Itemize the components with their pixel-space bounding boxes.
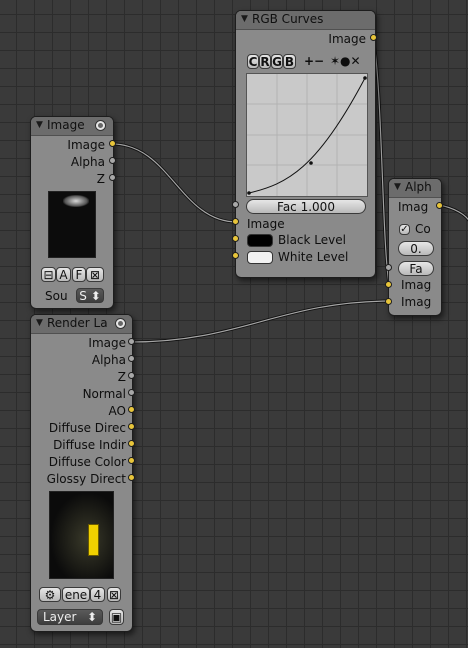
image-output-label: Image bbox=[67, 138, 105, 152]
collapse-triangle-icon[interactable]: ▼ bbox=[36, 120, 43, 130]
collapse-triangle-icon[interactable]: ▼ bbox=[241, 14, 248, 24]
source-dropdown[interactable]: S ⬍ bbox=[76, 288, 104, 303]
image-alpha-button[interactable]: A bbox=[56, 267, 71, 282]
image-f-button[interactable]: F bbox=[72, 267, 86, 282]
render-layers-header[interactable]: ▼ Render La bbox=[31, 315, 132, 334]
alpha-over-title: Alph bbox=[405, 180, 432, 194]
curve-graph[interactable] bbox=[246, 73, 368, 197]
rl-diffuse-direct-socket[interactable] bbox=[128, 423, 135, 430]
preview-toggle-icon[interactable] bbox=[95, 120, 106, 131]
rl-normal-socket[interactable] bbox=[128, 389, 135, 396]
rl-alpha-socket[interactable] bbox=[128, 355, 135, 362]
collapse-triangle-icon[interactable]: ▼ bbox=[36, 318, 43, 328]
curves-output-label: Image bbox=[328, 32, 366, 46]
white-level-socket[interactable] bbox=[232, 252, 239, 259]
rgb-curves-node[interactable]: ▼ RGB Curves Image C R G B +− ✶●✕ Fac 1.… bbox=[235, 10, 376, 278]
render-preview-highlight bbox=[88, 524, 99, 556]
scene-field[interactable]: ene bbox=[62, 587, 90, 602]
convert-premul-label: Co bbox=[415, 222, 431, 236]
curves-fac-socket[interactable] bbox=[232, 201, 239, 208]
rgb-curves-header[interactable]: ▼ RGB Curves bbox=[236, 11, 375, 30]
black-level-swatch[interactable] bbox=[247, 234, 273, 247]
z-output-socket[interactable] bbox=[109, 174, 116, 181]
rl-diffuse-color-socket[interactable] bbox=[128, 457, 135, 464]
alpha-over-input-b-label: Imag bbox=[401, 295, 432, 309]
alpha-over-input-a-socket[interactable] bbox=[385, 281, 392, 288]
fac-slider[interactable]: Fac 1.000 bbox=[246, 199, 366, 214]
rl-diffuse-indirect-label: Diffuse Indir bbox=[53, 438, 126, 452]
rl-diffuse-color-label: Diffuse Color bbox=[48, 455, 126, 469]
render-layers-node[interactable]: ▼ Render La Image Alpha Z Normal AO Diff… bbox=[30, 314, 133, 632]
scene-browse-button[interactable]: ⚙ bbox=[39, 587, 61, 602]
alpha-fac-slider[interactable]: Fa bbox=[398, 261, 434, 276]
image-preview bbox=[48, 191, 96, 258]
rl-ao-label: AO bbox=[108, 404, 126, 418]
channel-b-button[interactable]: B bbox=[283, 54, 296, 69]
rgb-curves-title: RGB Curves bbox=[252, 12, 324, 26]
alpha-over-fac-socket[interactable] bbox=[385, 264, 392, 271]
layer-value: Layer bbox=[43, 610, 77, 624]
alpha-output-socket[interactable] bbox=[109, 157, 116, 164]
dropdown-arrows-icon: ⬍ bbox=[86, 610, 97, 624]
curves-image-input-socket[interactable] bbox=[232, 218, 239, 225]
black-level-socket[interactable] bbox=[232, 235, 239, 242]
channel-c-button[interactable]: C bbox=[247, 54, 259, 69]
z-output-label: Z bbox=[96, 172, 105, 186]
rl-normal-label: Normal bbox=[82, 387, 126, 401]
rl-ao-socket[interactable] bbox=[128, 406, 135, 413]
rl-diffuse-indirect-socket[interactable] bbox=[128, 440, 135, 447]
image-node[interactable]: ▼ Image Image Alpha Z ⊟ A F ⊠ Sou S ⬍ bbox=[30, 116, 114, 309]
render-layers-title: Render La bbox=[47, 316, 108, 330]
white-level-swatch[interactable] bbox=[247, 251, 273, 264]
curve-tools-icon[interactable]: ✶●✕ bbox=[330, 54, 361, 68]
scene-unlink-button[interactable]: ⊠ bbox=[107, 587, 121, 602]
black-level-label: Black Level bbox=[278, 233, 346, 247]
curves-image-input-label: Image bbox=[247, 217, 285, 231]
image-node-title: Image bbox=[47, 118, 85, 132]
render-layer-button[interactable]: ▣ bbox=[109, 609, 124, 625]
alpha-output-label: Alpha bbox=[70, 155, 105, 169]
preview-highlight bbox=[63, 195, 89, 207]
channel-g-button[interactable]: G bbox=[271, 54, 283, 69]
image-output-socket[interactable] bbox=[109, 140, 116, 147]
image-browse-button[interactable]: ⊟ bbox=[41, 267, 56, 282]
image-unlink-button[interactable]: ⊠ bbox=[86, 267, 104, 282]
premul-slider[interactable]: 0. bbox=[398, 241, 434, 256]
scene-count[interactable]: 4 bbox=[90, 587, 105, 602]
rl-glossy-direct-socket[interactable] bbox=[128, 474, 135, 481]
render-preview bbox=[49, 491, 114, 579]
alpha-over-input-b-socket[interactable] bbox=[385, 298, 392, 305]
rl-image-socket[interactable] bbox=[128, 338, 135, 345]
alpha-over-header[interactable]: ▼ Alph bbox=[389, 179, 441, 198]
alpha-over-output-label: Imag bbox=[398, 200, 429, 214]
white-level-label: White Level bbox=[278, 250, 349, 264]
curves-output-socket[interactable] bbox=[370, 34, 377, 41]
channel-r-button[interactable]: R bbox=[259, 54, 271, 69]
layer-dropdown[interactable]: Layer ⬍ bbox=[37, 609, 103, 625]
curve-line bbox=[247, 74, 367, 196]
source-label: Sou bbox=[45, 289, 68, 303]
image-node-header[interactable]: ▼ Image bbox=[31, 117, 113, 136]
source-value: S bbox=[79, 289, 87, 303]
rl-z-label: Z bbox=[117, 370, 126, 384]
preview-toggle-icon[interactable] bbox=[115, 318, 126, 329]
convert-premul-checkbox[interactable]: ✓ bbox=[399, 224, 410, 235]
collapse-triangle-icon[interactable]: ▼ bbox=[394, 182, 401, 192]
rl-alpha-label: Alpha bbox=[91, 353, 126, 367]
rl-diffuse-direct-label: Diffuse Direc bbox=[48, 421, 126, 435]
link-alpha-output[interactable] bbox=[438, 203, 468, 222]
zoom-buttons[interactable]: +− bbox=[304, 54, 324, 68]
rl-z-socket[interactable] bbox=[128, 372, 135, 379]
rl-glossy-direct-label: Glossy Direct bbox=[46, 472, 126, 486]
alpha-over-output-socket[interactable] bbox=[436, 202, 443, 209]
alpha-over-input-a-label: Imag bbox=[401, 278, 432, 292]
rl-image-label: Image bbox=[88, 336, 126, 350]
alpha-over-node[interactable]: ▼ Alph Imag ✓ Co 0. Fa Imag Imag bbox=[388, 178, 442, 316]
